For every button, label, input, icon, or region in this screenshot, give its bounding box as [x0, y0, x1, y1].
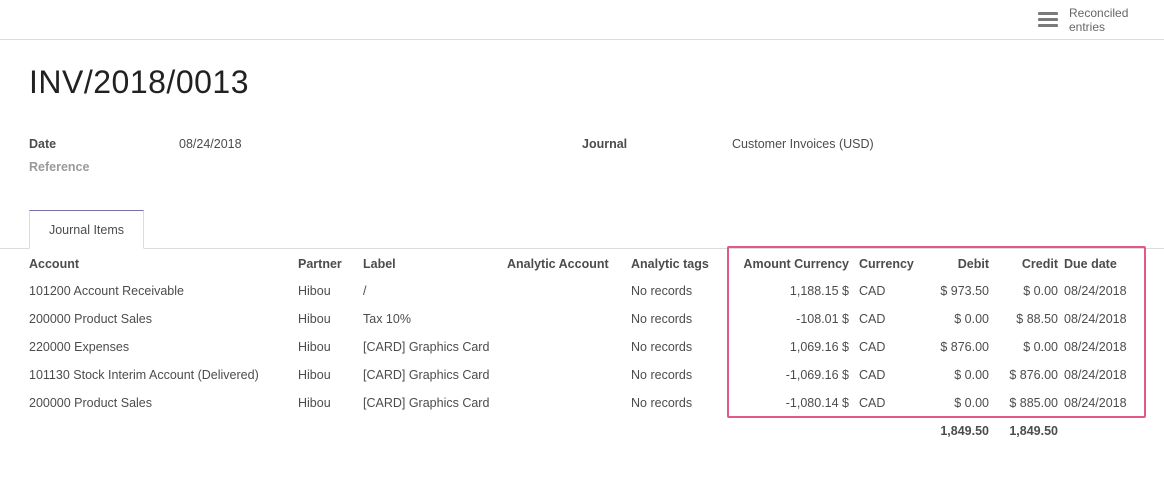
cell-analytic-account [507, 389, 631, 417]
cell-partner: Hibou [298, 340, 331, 354]
cell-analytic-tags: No records [631, 312, 693, 326]
cell-debit: $ 973.50 [940, 284, 989, 298]
cell-analytic-account [507, 333, 631, 361]
cell-partner: Hibou [298, 396, 331, 410]
column-header-currency[interactable]: Currency [849, 250, 927, 277]
cell-analytic-tags: No records [631, 396, 693, 410]
cell-amount-currency: -1,069.16 $ [785, 368, 849, 382]
cell-due-date: 08/24/2018 [1064, 284, 1127, 298]
column-header-analytic-account[interactable]: Analytic Account [507, 250, 631, 277]
tab-journal-items[interactable]: Journal Items [29, 210, 144, 249]
cell-amount-currency: 1,069.16 $ [789, 340, 849, 354]
cell-account: 200000 Product Sales [29, 312, 153, 326]
total-credit: 1,849.50 [1009, 424, 1058, 438]
column-header-amount-currency[interactable]: Amount Currency [737, 250, 849, 277]
table-row[interactable]: 101130 Stock Interim Account (Delivered)… [0, 361, 1164, 389]
reconciled-entries-label: Reconciled entries [1069, 6, 1129, 34]
column-header-partner[interactable]: Partner [298, 250, 363, 277]
cell-debit: $ 0.00 [954, 312, 989, 326]
cell-due-date: 08/24/2018 [1064, 340, 1127, 354]
cell-partner: Hibou [298, 284, 331, 298]
journal-value[interactable]: Customer Invoices (USD) [732, 137, 874, 151]
cell-credit: $ 876.00 [1009, 368, 1058, 382]
cell-partner: Hibou [298, 312, 331, 326]
cell-label: [CARD] Graphics Card [363, 396, 490, 410]
bars-icon [1038, 12, 1058, 28]
page-title: INV/2018/0013 [29, 64, 249, 100]
table-row[interactable]: 200000 Product Sales Hibou [CARD] Graphi… [0, 389, 1164, 417]
cell-currency: CAD [859, 284, 886, 298]
cell-currency: CAD [859, 396, 886, 410]
column-header-analytic-tags[interactable]: Analytic tags [631, 250, 737, 277]
journal-items-table: Account Partner Label Analytic Account A… [0, 250, 1164, 445]
cell-analytic-account [507, 361, 631, 389]
column-header-due-date[interactable]: Due date [1058, 250, 1144, 277]
control-panel: Reconciled entries [0, 0, 1164, 40]
cell-due-date: 08/24/2018 [1064, 396, 1127, 410]
cell-credit: $ 885.00 [1009, 396, 1058, 410]
total-debit: 1,849.50 [940, 424, 989, 438]
cell-account: 101200 Account Receivable [29, 284, 184, 298]
cell-analytic-tags: No records [631, 340, 693, 354]
date-label: Date [29, 137, 57, 151]
totals-row: 1,849.50 1,849.50 [0, 417, 1164, 445]
cell-debit: $ 876.00 [940, 340, 989, 354]
cell-label: Tax 10% [363, 312, 411, 326]
cell-label: [CARD] Graphics Card [363, 368, 490, 382]
table-row[interactable]: 220000 Expenses Hibou [CARD] Graphics Ca… [0, 333, 1164, 361]
cell-amount-currency: -1,080.14 $ [785, 396, 849, 410]
reference-label: Reference [29, 160, 90, 174]
column-header-debit[interactable]: Debit [927, 250, 989, 277]
column-header-credit[interactable]: Credit [989, 250, 1058, 277]
cell-credit: $ 0.00 [1023, 284, 1058, 298]
cell-currency: CAD [859, 340, 886, 354]
reconciled-entries-button[interactable]: Reconciled entries [1030, 0, 1164, 40]
cell-analytic-tags: No records [631, 284, 693, 298]
cell-analytic-account [507, 277, 631, 305]
cell-account: 200000 Product Sales [29, 396, 153, 410]
cell-account: 220000 Expenses [29, 340, 130, 354]
cell-due-date: 08/24/2018 [1064, 368, 1127, 382]
cell-debit: $ 0.00 [954, 396, 989, 410]
column-header-label[interactable]: Label [363, 250, 507, 277]
cell-amount-currency: 1,188.15 $ [789, 284, 849, 298]
cell-label: [CARD] Graphics Card [363, 340, 490, 354]
cell-currency: CAD [859, 368, 886, 382]
cell-due-date: 08/24/2018 [1064, 312, 1127, 326]
cell-label: / [363, 284, 367, 298]
table-row[interactable]: 200000 Product Sales Hibou Tax 10% No re… [0, 305, 1164, 333]
notebook-tabs: Journal Items [0, 210, 1164, 249]
column-header-account[interactable]: Account [0, 250, 298, 277]
date-value: 08/24/2018 [179, 137, 242, 151]
cell-amount-currency: -108.01 $ [796, 312, 849, 326]
cell-debit: $ 0.00 [954, 368, 989, 382]
cell-credit: $ 0.00 [1023, 340, 1058, 354]
journal-label: Journal [582, 137, 628, 151]
cell-currency: CAD [859, 312, 886, 326]
table-row[interactable]: 101200 Account Receivable Hibou / No rec… [0, 277, 1164, 305]
cell-account: 101130 Stock Interim Account (Delivered) [29, 368, 259, 382]
cell-partner: Hibou [298, 368, 331, 382]
table-header-row: Account Partner Label Analytic Account A… [0, 250, 1164, 277]
cell-analytic-tags: No records [631, 368, 693, 382]
cell-analytic-account [507, 305, 631, 333]
cell-credit: $ 88.50 [1016, 312, 1058, 326]
